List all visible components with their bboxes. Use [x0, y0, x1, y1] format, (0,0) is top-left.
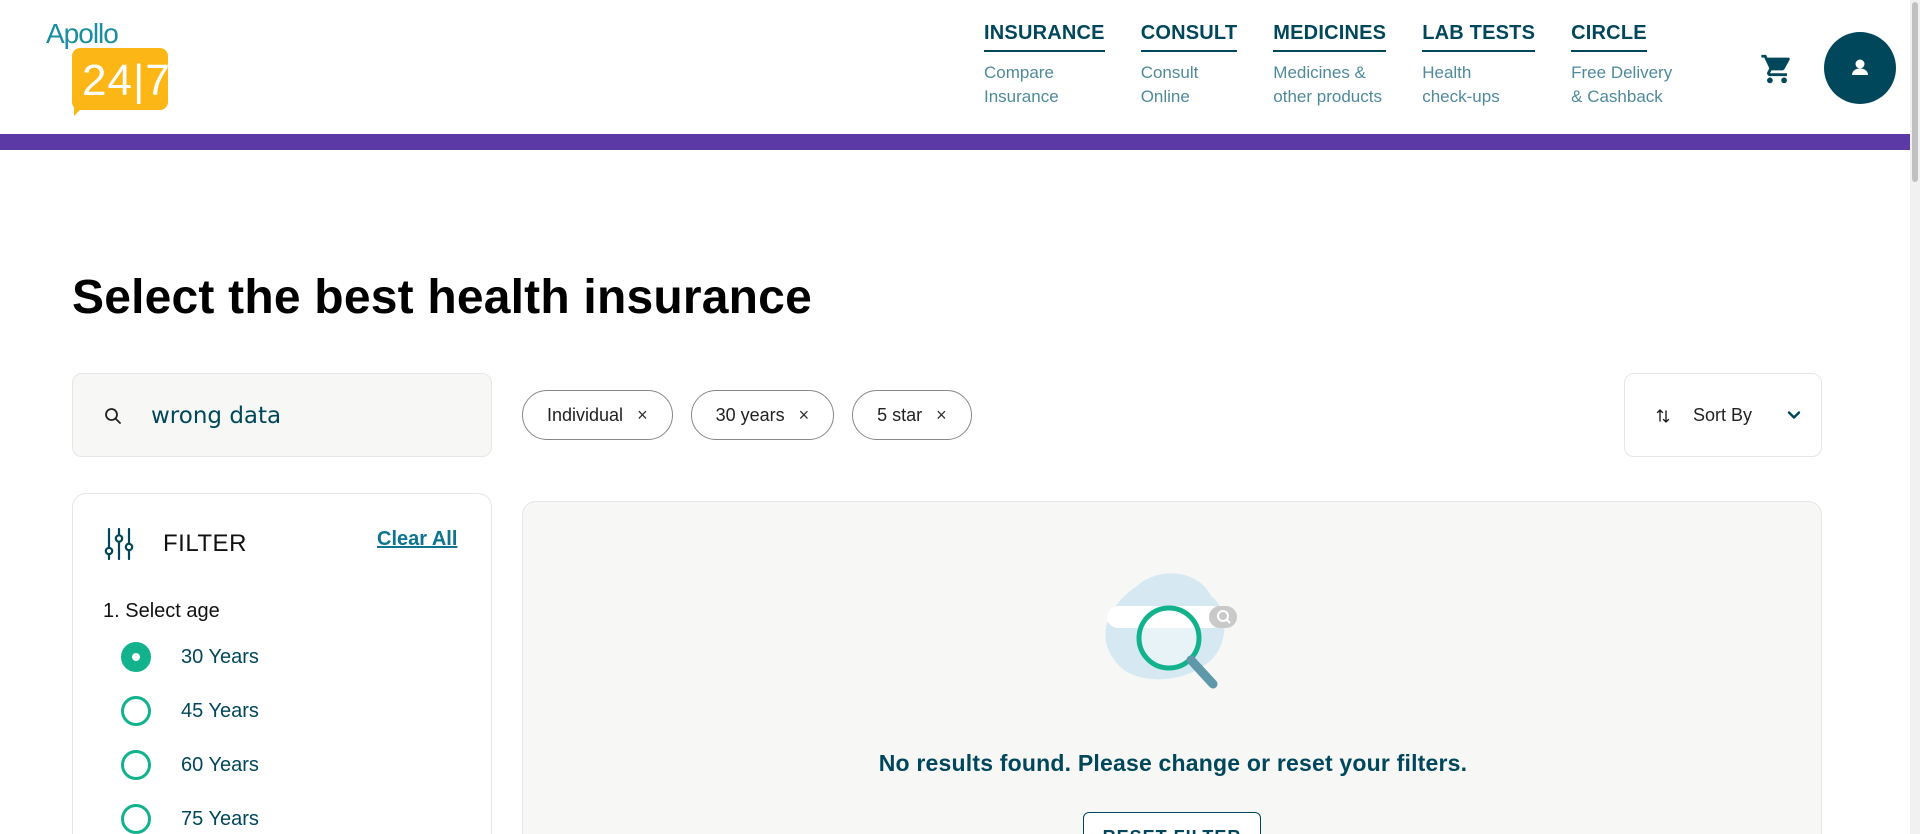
radio-label: 75 Years	[181, 807, 259, 830]
nav-subtitle: Free Delivery & Cashback	[1571, 63, 1673, 106]
nav-subtitle: Consult Online	[1140, 63, 1199, 106]
results-panel: No results found. Please change or reset…	[522, 501, 1822, 834]
sliders-icon	[104, 527, 134, 561]
search-input[interactable]	[151, 398, 471, 434]
radio-label: 30 Years	[181, 645, 259, 668]
clear-all-link[interactable]: Clear All	[377, 528, 457, 551]
logo-brand-text: Apollo	[46, 18, 119, 49]
chip-label: 30 years	[715, 404, 785, 425]
reset-filter-button[interactable]: RESET FILTER	[1083, 812, 1261, 834]
close-icon[interactable]: ×	[637, 405, 648, 426]
radio-button[interactable]	[121, 642, 151, 672]
age-option-60[interactable]: 60 Years	[121, 750, 259, 780]
scrollbar-thumb[interactable]	[1912, 2, 1918, 182]
search-box[interactable]	[72, 373, 492, 457]
sort-arrows-icon	[1656, 409, 1670, 423]
chevron-down-icon	[1787, 411, 1801, 419]
age-section-label: 1. Select age	[103, 600, 220, 622]
radio-label: 60 Years	[181, 753, 259, 776]
main-nav: INSURANCE Compare Insurance CONSULT Cons…	[984, 22, 1708, 109]
sort-label: Sort By	[1693, 405, 1753, 425]
nav-item-medicines[interactable]: MEDICINES Medicines & other products	[1273, 22, 1387, 109]
chip-label: Individual	[547, 404, 624, 425]
nav-title: INSURANCE	[984, 22, 1105, 52]
nav-subtitle: Health check-ups	[1422, 63, 1500, 106]
filter-title: FILTER	[163, 530, 247, 557]
nav-subtitle: Medicines & other products	[1273, 63, 1382, 106]
radio-label: 45 Years	[181, 699, 259, 722]
nav-subtitle: Compare Insurance	[984, 63, 1059, 106]
apollo-logo[interactable]: Apollo 24|7	[46, 18, 171, 116]
shopping-cart-icon[interactable]	[1760, 52, 1794, 86]
profile-avatar[interactable]	[1824, 32, 1896, 104]
site-header: Apollo 24|7 INSURANCE Compare Insurance …	[0, 0, 1910, 134]
age-option-75[interactable]: 75 Years	[121, 804, 259, 834]
nav-title: CONSULT	[1140, 22, 1238, 52]
person-icon	[1852, 59, 1868, 75]
header-accent-bar	[0, 134, 1910, 150]
close-icon[interactable]: ×	[936, 405, 947, 426]
close-icon[interactable]: ×	[799, 405, 810, 426]
radio-button[interactable]	[121, 696, 151, 726]
filter-chip[interactable]: 30 years ×	[690, 390, 835, 440]
filter-panel: FILTER Clear All 1. Select age 30 Years …	[72, 493, 492, 834]
filter-chip[interactable]: 5 star ×	[852, 390, 972, 440]
no-results-message: No results found. Please change or reset…	[878, 750, 1468, 776]
nav-item-insurance[interactable]: INSURANCE Compare Insurance	[984, 22, 1105, 109]
nav-title: MEDICINES	[1273, 22, 1387, 52]
nav-title: CIRCLE	[1571, 22, 1647, 52]
filter-chip[interactable]: Individual ×	[522, 390, 673, 440]
search-icon	[105, 408, 121, 424]
age-option-30[interactable]: 30 Years	[121, 642, 259, 672]
nav-title: LAB TESTS	[1422, 22, 1536, 52]
applied-filter-chips: Individual × 30 years × 5 star ×	[522, 390, 990, 440]
radio-button[interactable]	[121, 750, 151, 780]
logo-number-text: 24|7	[82, 56, 171, 105]
page-title: Select the best health insurance	[72, 271, 812, 324]
nav-item-circle[interactable]: CIRCLE Free Delivery & Cashback	[1571, 22, 1672, 109]
sort-dropdown[interactable]: Sort By	[1624, 373, 1822, 457]
radio-button[interactable]	[121, 804, 151, 834]
nav-item-lab-tests[interactable]: LAB TESTS Health check-ups	[1422, 22, 1536, 109]
no-results-magnifier-illustration	[1105, 573, 1237, 689]
nav-item-consult[interactable]: CONSULT Consult Online	[1140, 22, 1238, 109]
chip-label: 5 star	[877, 404, 923, 425]
age-option-45[interactable]: 45 Years	[121, 696, 259, 726]
